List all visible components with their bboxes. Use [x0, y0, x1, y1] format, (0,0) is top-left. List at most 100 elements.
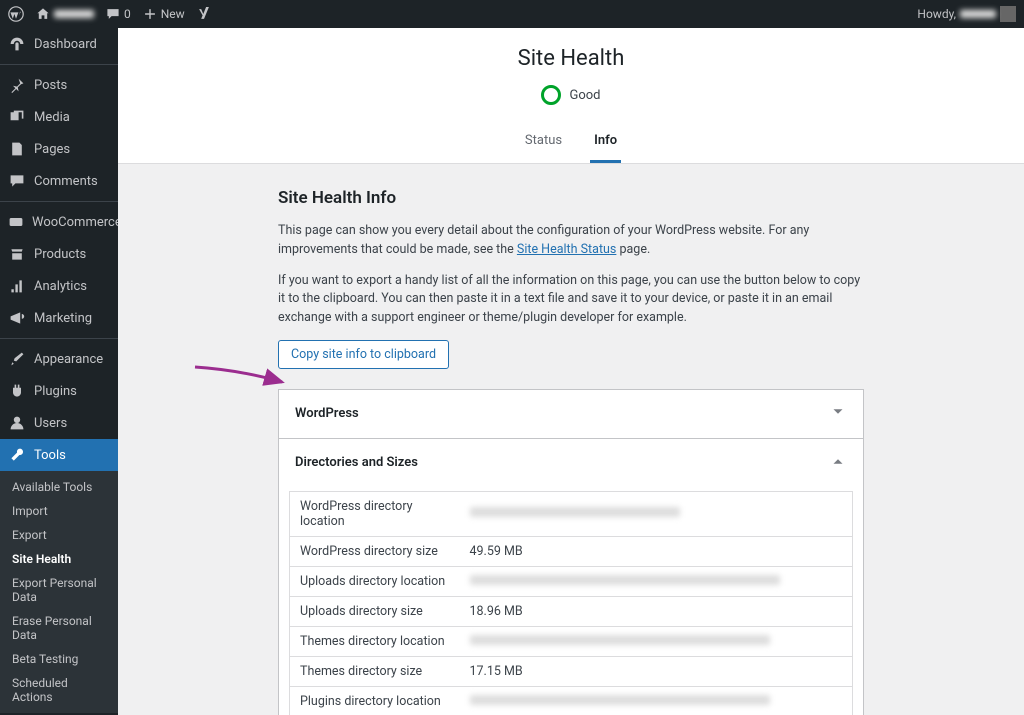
new-label: New — [161, 7, 185, 21]
copy-info-button[interactable]: Copy site info to clipboard — [278, 340, 449, 369]
menu-label: Dashboard — [34, 37, 97, 52]
dashboard-icon — [8, 35, 26, 53]
sidebar-item-pages[interactable]: Pages — [0, 133, 118, 165]
menu-label: Tools — [34, 448, 66, 463]
site-name-redacted — [54, 10, 94, 18]
comment-count: 0 — [124, 7, 131, 21]
woo-icon — [8, 213, 24, 231]
menu-label: Users — [34, 416, 67, 431]
tab-status[interactable]: Status — [521, 123, 566, 163]
menu-label: Marketing — [34, 311, 92, 326]
sidebar-item-dashboard[interactable]: Dashboard — [0, 28, 118, 60]
username-redacted — [960, 10, 996, 18]
sidebar-item-marketing[interactable]: Marketing — [0, 302, 118, 334]
content-wrap: Site Health Info This page can show you … — [118, 164, 1024, 715]
yoast-icon — [197, 7, 211, 21]
tab-info[interactable]: Info — [590, 123, 621, 163]
sidebar-item-plugins[interactable]: Plugins — [0, 375, 118, 407]
page-header: Site Health Good Status Info — [118, 28, 1024, 164]
menu-label: Appearance — [34, 352, 103, 367]
submenu-export-personal[interactable]: Export Personal Data — [0, 571, 118, 609]
plugin-icon — [8, 382, 26, 400]
chevron-down-icon — [829, 403, 847, 425]
table-row: Themes directory size17.15 MB — [290, 656, 853, 686]
menu-label: Media — [34, 110, 70, 125]
howdy-label: Howdy, — [917, 7, 956, 21]
table-row: Themes directory location — [290, 626, 853, 656]
sidebar-item-tools[interactable]: Tools — [0, 439, 118, 471]
site-health-status-link[interactable]: Site Health Status — [517, 242, 616, 257]
row-value — [460, 491, 853, 536]
status-circle-icon — [541, 85, 561, 105]
row-label: Uploads directory location — [290, 566, 460, 596]
menu-label: Analytics — [34, 279, 87, 294]
products-icon — [8, 245, 26, 263]
comments-icon — [8, 172, 26, 190]
menu-label: Plugins — [34, 384, 77, 399]
accordion-directories-body: WordPress directory locationWordPress di… — [279, 487, 863, 715]
sidebar-item-media[interactable]: Media — [0, 101, 118, 133]
accordion-directories-header[interactable]: Directories and Sizes — [279, 439, 863, 487]
row-value — [460, 686, 853, 715]
table-row: Plugins directory location — [290, 686, 853, 715]
yoast-link[interactable] — [197, 7, 211, 21]
arrow-annotation — [190, 362, 290, 402]
sidebar-item-analytics[interactable]: Analytics — [0, 270, 118, 302]
media-icon — [8, 108, 26, 126]
user-icon — [8, 414, 26, 432]
accordion-wordpress: WordPress — [278, 389, 864, 439]
row-label: WordPress directory size — [290, 536, 460, 566]
new-content-link[interactable]: New — [143, 7, 185, 21]
sidebar-item-products[interactable]: Products — [0, 238, 118, 270]
submenu-beta-testing[interactable]: Beta Testing — [0, 647, 118, 671]
accordion-wordpress-header[interactable]: WordPress — [279, 390, 863, 438]
brush-icon — [8, 350, 26, 368]
admin-bar: 0 New Howdy, — [0, 0, 1024, 28]
menu-label: WooCommerce — [32, 215, 118, 230]
megaphone-icon — [8, 309, 26, 327]
sidebar-item-appearance[interactable]: Appearance — [0, 343, 118, 375]
comment-icon — [106, 7, 120, 21]
row-label: Themes directory location — [290, 626, 460, 656]
comments-link[interactable]: 0 — [106, 7, 131, 21]
sidebar-item-posts[interactable]: Posts — [0, 69, 118, 101]
intro-paragraph-2: If you want to export a handy list of al… — [278, 272, 864, 328]
tab-bar: Status Info — [138, 123, 1004, 163]
row-label: Uploads directory size — [290, 596, 460, 626]
submenu-erase-personal[interactable]: Erase Personal Data — [0, 609, 118, 647]
row-value — [460, 566, 853, 596]
page-icon — [8, 140, 26, 158]
menu-label: Comments — [34, 174, 98, 189]
chevron-up-icon — [829, 452, 847, 474]
sidebar-item-woocommerce[interactable]: WooCommerce — [0, 206, 118, 238]
page-title: Site Health — [138, 46, 1004, 71]
submenu-import[interactable]: Import — [0, 499, 118, 523]
directories-table: WordPress directory locationWordPress di… — [289, 491, 853, 715]
accordion-directories: Directories and Sizes WordPress director… — [278, 439, 864, 715]
avatar — [1000, 6, 1016, 22]
accordion-title: Directories and Sizes — [295, 455, 418, 470]
table-row: WordPress directory location — [290, 491, 853, 536]
intro-paragraph-1: This page can show you every detail abou… — [278, 222, 864, 260]
health-status-indicator: Good — [541, 85, 600, 105]
submenu-export[interactable]: Export — [0, 523, 118, 547]
accordion-title: WordPress — [295, 406, 359, 421]
submenu-scheduled-actions[interactable]: Scheduled Actions — [0, 671, 118, 709]
submenu-site-health[interactable]: Site Health — [0, 547, 118, 571]
analytics-icon — [8, 277, 26, 295]
wp-logo[interactable] — [8, 6, 24, 22]
plus-icon — [143, 7, 157, 21]
tools-submenu: Available Tools Import Export Site Healt… — [0, 471, 118, 713]
my-account-link[interactable]: Howdy, — [917, 6, 1016, 22]
main-content: Site Health Good Status Info Site Health… — [118, 28, 1024, 715]
info-heading: Site Health Info — [278, 188, 864, 208]
admin-sidebar: Dashboard Posts Media Pages Comments Woo… — [0, 28, 118, 715]
site-home-link[interactable] — [36, 7, 94, 21]
status-label: Good — [569, 88, 600, 103]
submenu-available-tools[interactable]: Available Tools — [0, 475, 118, 499]
sidebar-item-comments[interactable]: Comments — [0, 165, 118, 197]
table-row: Uploads directory location — [290, 566, 853, 596]
row-value: 18.96 MB — [460, 596, 853, 626]
sidebar-item-users[interactable]: Users — [0, 407, 118, 439]
row-value: 17.15 MB — [460, 656, 853, 686]
